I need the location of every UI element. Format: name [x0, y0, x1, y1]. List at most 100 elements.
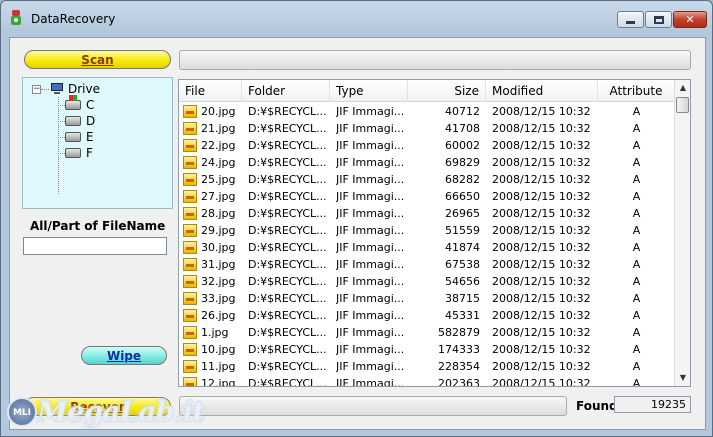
column-header-type[interactable]: Type — [330, 80, 408, 102]
cell-attribute: A — [632, 224, 641, 237]
tree-item-drive-c[interactable]: C — [65, 95, 95, 113]
scroll-down-icon[interactable]: ▼ — [675, 370, 690, 386]
table-row[interactable]: 28.jpg D:¥$RECYCL... JIF Immagi... 26965 200… — [179, 205, 675, 222]
column-header-folder[interactable]: Folder — [242, 80, 330, 102]
cell-size: 45331 — [445, 309, 480, 322]
cell-file: 21.jpg — [201, 122, 236, 135]
cell-type: JIF Immagi... — [336, 258, 405, 271]
cell-modified: 2008/12/15 10:32 — [492, 292, 591, 305]
table-row[interactable]: 29.jpg D:¥$RECYCL... JIF Immagi... 51559 200… — [179, 222, 675, 239]
cell-folder: D:¥$RECYCL... — [248, 258, 327, 271]
tree-item-drive-e[interactable]: E — [65, 129, 94, 145]
table-row[interactable]: 33.jpg D:¥$RECYCL... JIF Immagi... 38715 200… — [179, 290, 675, 307]
cell-modified: 2008/12/15 10:32 — [492, 309, 591, 322]
tree-item-drive-d[interactable]: D — [65, 113, 95, 129]
jpg-file-icon — [183, 377, 197, 386]
table-row[interactable]: 20.jpg D:¥$RECYCL... JIF Immagi... 40712 200… — [179, 103, 675, 120]
collapse-icon[interactable]: − — [32, 85, 41, 94]
drive-label: C — [86, 98, 95, 112]
tree-connector — [58, 105, 65, 106]
found-count: 19235 — [614, 396, 691, 413]
cell-file: 32.jpg — [201, 275, 236, 288]
cell-attribute: A — [632, 122, 641, 135]
drive-label: D — [86, 114, 96, 128]
vertical-scrollbar[interactable]: ▲ ▼ — [674, 80, 690, 386]
cell-attribute: A — [632, 377, 641, 387]
recover-button[interactable]: Recover — [24, 397, 171, 416]
minimize-button[interactable] — [617, 11, 644, 28]
drive-tree[interactable]: − Drive C D E F — [22, 77, 173, 209]
jpg-file-icon — [183, 224, 197, 237]
cell-modified: 2008/12/15 10:32 — [492, 326, 591, 339]
jpg-file-icon — [183, 326, 197, 339]
close-icon: ✕ — [685, 13, 695, 26]
table-row[interactable]: 22.jpg D:¥$RECYCL... JIF Immagi... 60002 200… — [179, 137, 675, 154]
column-header-size[interactable]: Size — [408, 80, 486, 102]
cell-folder: D:¥$RECYCL... — [248, 122, 327, 135]
hard-drive-icon — [65, 132, 81, 142]
cell-file: 31.jpg — [201, 258, 236, 271]
jpg-file-icon — [183, 292, 197, 305]
cell-folder: D:¥$RECYCL... — [248, 105, 327, 118]
cell-size: 174333 — [438, 343, 480, 356]
tree-connector — [58, 153, 65, 154]
cell-type: JIF Immagi... — [336, 156, 405, 169]
cell-size: 60002 — [445, 139, 480, 152]
scroll-up-icon[interactable]: ▲ — [675, 80, 690, 96]
column-header-attribute[interactable]: Attribute — [598, 80, 675, 102]
table-row[interactable]: 10.jpg D:¥$RECYCL... JIF Immagi... 174333 20… — [179, 341, 675, 358]
scrollbar-thumb[interactable] — [676, 97, 689, 113]
cell-file: 24.jpg — [201, 156, 236, 169]
cell-modified: 2008/12/15 10:32 — [492, 173, 591, 186]
cell-size: 66650 — [445, 190, 480, 203]
file-list-header: File Folder Type Size Modified Attribute — [179, 80, 675, 102]
wipe-button[interactable]: Wipe — [81, 346, 167, 365]
found-label: Found — [576, 399, 618, 413]
filename-label: All/Part of FileName — [30, 219, 166, 233]
cell-type: JIF Immagi... — [336, 241, 405, 254]
table-row[interactable]: 25.jpg D:¥$RECYCL... JIF Immagi... 68282 200… — [179, 171, 675, 188]
table-row[interactable]: 24.jpg D:¥$RECYCL... JIF Immagi... 69829 200… — [179, 154, 675, 171]
tree-connector — [58, 137, 65, 138]
cell-folder: D:¥$RECYCL... — [248, 139, 327, 152]
table-row[interactable]: 31.jpg D:¥$RECYCL... JIF Immagi... 67538 200… — [179, 256, 675, 273]
table-row[interactable]: 12.jpg D:¥$RECYCL... JIF Immagi... 202363 20… — [179, 375, 675, 387]
table-row[interactable]: 11.jpg D:¥$RECYCL... JIF Immagi... 228354 20… — [179, 358, 675, 375]
cell-size: 202363 — [438, 377, 480, 387]
file-list[interactable]: File Folder Type Size Modified Attribute… — [178, 79, 691, 387]
maximize-button[interactable] — [645, 11, 672, 28]
table-row[interactable]: 30.jpg D:¥$RECYCL... JIF Immagi... 41874 200… — [179, 239, 675, 256]
table-row[interactable]: 26.jpg D:¥$RECYCL... JIF Immagi... 45331 200… — [179, 307, 675, 324]
column-header-file[interactable]: File — [179, 80, 242, 102]
table-row[interactable]: 27.jpg D:¥$RECYCL... JIF Immagi... 66650 200… — [179, 188, 675, 205]
cell-folder: D:¥$RECYCL... — [248, 309, 327, 322]
tree-connector — [41, 89, 49, 90]
column-header-modified[interactable]: Modified — [486, 80, 598, 102]
title-bar[interactable]: DataRecovery ✕ — [1, 1, 712, 37]
maximize-icon — [653, 15, 664, 24]
filename-input[interactable] — [23, 237, 167, 255]
jpg-file-icon — [183, 343, 197, 356]
cell-size: 40712 — [445, 105, 480, 118]
cell-attribute: A — [632, 258, 641, 271]
cell-type: JIF Immagi... — [336, 139, 405, 152]
close-button[interactable]: ✕ — [673, 11, 707, 28]
app-window: DataRecovery ✕ Scan − Drive C D E F All/… — [0, 0, 713, 437]
cell-size: 41874 — [445, 241, 480, 254]
cell-type: JIF Immagi... — [336, 224, 405, 237]
scan-button[interactable]: Scan — [24, 50, 171, 69]
cell-attribute: A — [632, 190, 641, 203]
tree-connector — [58, 121, 65, 122]
cell-size: 69829 — [445, 156, 480, 169]
cell-modified: 2008/12/15 10:32 — [492, 275, 591, 288]
tree-item-drive-f[interactable]: F — [65, 145, 93, 161]
jpg-file-icon — [183, 190, 197, 203]
jpg-file-icon — [183, 207, 197, 220]
table-row[interactable]: 1.jpg D:¥$RECYCL... JIF Immagi... 582879 200… — [179, 324, 675, 341]
hard-drive-icon — [65, 148, 81, 158]
table-row[interactable]: 32.jpg D:¥$RECYCL... JIF Immagi... 54656 200… — [179, 273, 675, 290]
cell-attribute: A — [632, 105, 641, 118]
table-row[interactable]: 21.jpg D:¥$RECYCL... JIF Immagi... 41708 200… — [179, 120, 675, 137]
cell-type: JIF Immagi... — [336, 275, 405, 288]
jpg-file-icon — [183, 156, 197, 169]
